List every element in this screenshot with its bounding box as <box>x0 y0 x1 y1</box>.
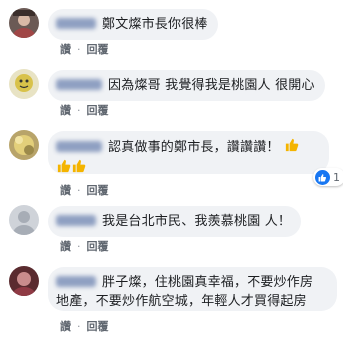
comment-bubble: 因為燦哥 我覺得我是桃園人 很開心 <box>48 70 325 101</box>
commenter-name[interactable] <box>56 18 96 29</box>
comment-text: 因為燦哥 我覺得我是桃園人 很開心 <box>108 78 315 93</box>
avatar[interactable] <box>9 130 39 160</box>
avatar[interactable] <box>9 69 39 99</box>
comment-bubble: 我是台北市民、我羨慕桃園 人！ <box>48 206 302 237</box>
thumbs-up-emoji <box>56 158 71 179</box>
like-link[interactable]: 讚 <box>60 104 71 117</box>
comment-actions: 讚 · 回覆 <box>60 320 109 333</box>
avatar[interactable] <box>9 205 39 235</box>
commenter-name[interactable] <box>56 79 102 90</box>
comment-text: 我是台北市民、我羨慕桃園 人！ <box>102 214 292 229</box>
comment-text: 認真做事的鄭市長，讚讚讚！ <box>108 140 280 155</box>
reply-link[interactable]: 回覆 <box>87 104 109 117</box>
like-link[interactable]: 讚 <box>60 320 71 333</box>
commenter-name[interactable] <box>56 215 96 226</box>
comment-text-line2: 地產，不要炒作航空城，年輕人才買得起房 <box>56 294 307 309</box>
reaction-count: 1 <box>333 170 340 184</box>
thumbs-up-emoji <box>284 137 299 158</box>
reply-link[interactable]: 回覆 <box>87 43 109 56</box>
like-link[interactable]: 讚 <box>60 240 71 253</box>
thumbs-up-emoji <box>71 158 86 179</box>
reply-link[interactable]: 回覆 <box>87 320 109 333</box>
avatar[interactable] <box>9 266 39 296</box>
like-link[interactable]: 讚 <box>60 43 71 56</box>
comment-bubble: 胖子燦，住桃園真幸福，不要炒作房 地產，不要炒作航空城，年輕人才買得起房 <box>48 267 337 311</box>
like-link[interactable]: 讚 <box>60 184 71 197</box>
reaction-summary[interactable]: 1 <box>313 168 343 186</box>
comment-actions: 讚 · 回覆 <box>60 104 109 117</box>
comment-bubble: 認真做事的鄭市長，讚讚讚！ <box>48 131 329 174</box>
comment-bubble: 鄭文燦市長你很棒 <box>48 9 218 40</box>
commenter-name[interactable] <box>56 141 102 152</box>
comment-text: 鄭文燦市長你很棒 <box>102 17 208 32</box>
commenter-name[interactable] <box>56 276 96 287</box>
comment-text-line1: 胖子燦，住桃園真幸福，不要炒作房 <box>102 275 314 290</box>
avatar[interactable] <box>9 8 39 38</box>
like-icon <box>315 169 330 185</box>
comment-feed: 鄭文燦市長你很棒 讚·回覆 因為燦哥 我覺得我是桃園人 很開心 讚·回覆 <box>0 0 343 343</box>
comment-actions: 讚 · 回覆 <box>60 240 109 253</box>
comment-actions: 讚 · 回覆 <box>60 184 109 197</box>
reply-link[interactable]: 回覆 <box>87 184 109 197</box>
reply-link[interactable]: 回覆 <box>87 240 109 253</box>
comment-actions: 讚 · 回覆 <box>60 43 109 56</box>
